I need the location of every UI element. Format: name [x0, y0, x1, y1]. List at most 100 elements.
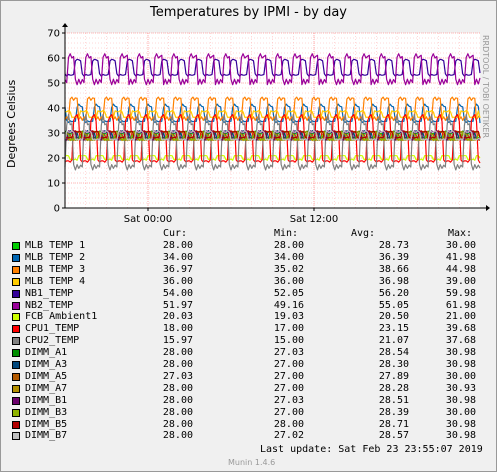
- legend-swatch: [12, 301, 20, 310]
- legend-series-name: DIMM_B5: [25, 418, 68, 430]
- y-tick-label: 40: [47, 104, 60, 115]
- legend-cur-value: 28.00: [162, 406, 193, 418]
- legend-max-value: 30.00: [445, 406, 476, 418]
- legend-max-value: 30.98: [445, 394, 476, 406]
- legend-cur-value: 28.00: [162, 240, 193, 251]
- legend-min-value: 27.02: [273, 430, 304, 442]
- legend-row: DIMM_B7 28.00 27.02 28.57 30.98: [0, 430, 490, 441]
- legend-cur-value: 28.00: [162, 359, 193, 370]
- x-tick-label: Sat 00:00: [124, 214, 172, 225]
- legend-max-value: 44.98: [445, 263, 476, 275]
- x-axis-arrow: [486, 205, 490, 211]
- legend-swatch: [12, 372, 20, 381]
- legend-cur-value: 27.03: [162, 370, 193, 382]
- y-tick-label: 20: [47, 154, 60, 165]
- legend-series-name: DIMM_A1: [25, 347, 68, 359]
- legend-series-name: DIMM_A5: [25, 370, 68, 382]
- last-update: Last update: Sat Feb 23 23:55:07 2019: [260, 444, 483, 455]
- munin-version: Munin 1.4.6: [228, 458, 276, 467]
- legend-row: DIMM_A7 28.00 27.00 28.28 30.93: [0, 383, 490, 394]
- legend-swatch: [12, 384, 20, 393]
- legend-series-name: NB2_TEMP: [25, 299, 74, 311]
- legend-row: MLB TEMP 2 34.00 34.00 36.39 41.98: [0, 252, 490, 263]
- y-tick-label: 10: [47, 179, 60, 190]
- legend-avg-value: 23.15: [378, 323, 409, 335]
- y-tick-label: 60: [47, 54, 60, 65]
- plot-area: 0 10 20 30 40 50 60 70 Sat 00:00 Sat 12:00: [47, 23, 490, 225]
- legend-row: FCB Ambient1 20.03 19.03 20.50 21.00: [0, 311, 490, 322]
- legend-max-value: 39.68: [445, 323, 476, 335]
- legend-row: DIMM_A1 28.00 27.03 28.54 30.98: [0, 347, 490, 358]
- legend-max-value: 59.98: [445, 287, 476, 299]
- legend-avg-value: 27.89: [378, 370, 409, 382]
- legend-avg-value: 28.30: [378, 359, 409, 370]
- legend-avg-value: 36.39: [378, 251, 409, 263]
- legend-min-value: 27.00: [273, 370, 304, 382]
- legend-swatch: [12, 396, 20, 405]
- legend-swatch: [12, 349, 20, 358]
- legend-min-value: 28.00: [273, 240, 304, 251]
- legend-series-name: CPU1_TEMP: [25, 323, 80, 335]
- legend-series-name: MLB TEMP 1: [25, 240, 86, 251]
- legend-avg-value: 36.98: [378, 275, 409, 287]
- legend-cur-value: 18.00: [162, 323, 193, 335]
- legend-min-value: 15.00: [273, 335, 304, 347]
- legend-series-name: FCB Ambient1: [25, 311, 98, 323]
- y-tick-label: 50: [47, 79, 60, 90]
- legend-max-value: 30.00: [445, 240, 476, 251]
- legend-max-value: 30.98: [445, 430, 476, 442]
- legend-series-name: DIMM_A3: [25, 359, 68, 370]
- legend-cur-value: 28.00: [162, 418, 193, 430]
- legend-max-value: 30.98: [445, 359, 476, 370]
- legend-min-value: 34.00: [273, 251, 304, 263]
- legend-max-value: 30.00: [445, 370, 476, 382]
- legend-swatch: [12, 265, 20, 274]
- legend-min-value: 27.03: [273, 347, 304, 359]
- legend-avg-value: 28.51: [378, 394, 409, 406]
- legend-min-value: 27.00: [273, 406, 304, 418]
- legend-row: NB1_TEMP 54.00 52.05 56.20 59.98: [0, 288, 490, 299]
- legend-row: CPU1_TEMP 18.00 17.00 23.15 39.68: [0, 323, 490, 334]
- legend-max-value: 21.00: [445, 311, 476, 323]
- legend-cur-value: 28.00: [162, 394, 193, 406]
- legend-swatch: [12, 277, 20, 286]
- legend-series-name: MLB TEMP 3: [25, 263, 86, 275]
- legend-series-name: DIMM_B1: [25, 394, 68, 406]
- legend-max-value: 37.68: [445, 335, 476, 347]
- legend-swatch: [12, 289, 20, 298]
- y-tick-label: 0: [54, 204, 60, 215]
- legend-swatch: [12, 337, 20, 346]
- legend-cur-value: 36.97: [162, 263, 193, 275]
- legend-cur-value: 20.03: [162, 311, 193, 323]
- legend-row: MLB TEMP 4 36.00 36.00 36.98 39.00: [0, 276, 490, 287]
- legend-max-value: 39.00: [445, 275, 476, 287]
- legend-series-name: MLB TEMP 2: [25, 251, 86, 263]
- legend-cur-value: 15.97: [162, 335, 193, 347]
- legend-cur-value: 54.00: [162, 287, 193, 299]
- legend-series-name: DIMM_B3: [25, 406, 68, 418]
- legend-min-value: 17.00: [273, 323, 304, 335]
- legend-min-value: 35.02: [273, 263, 304, 275]
- legend-swatch: [12, 361, 20, 369]
- legend-series-name: CPU2_TEMP: [25, 335, 80, 347]
- legend-avg-value: 28.57: [378, 430, 409, 442]
- legend-row: DIMM_A5 27.03 27.00 27.89 30.00: [0, 371, 490, 382]
- legend-series-name: DIMM_B7: [25, 430, 68, 442]
- legend-max-value: 30.98: [445, 418, 476, 430]
- x-tick-label: Sat 12:00: [290, 214, 338, 225]
- legend-avg-value: 20.50: [378, 311, 409, 323]
- legend-table: Cur: Min: Avg: Max: MLB TEMP 1 28.00 28.00…: [0, 228, 497, 443]
- legend-avg-value: 56.20: [378, 287, 409, 299]
- y-axis-arrow: [62, 23, 68, 27]
- legend-max-value: 41.98: [445, 251, 476, 263]
- legend-swatch: [12, 420, 20, 429]
- legend-series-name: NB1_TEMP: [25, 287, 74, 299]
- col-header-min: Min:: [274, 228, 299, 239]
- legend-row: CPU2_TEMP 15.97 15.00 21.07 37.68: [0, 335, 490, 346]
- legend-avg-value: 21.07: [378, 335, 409, 347]
- legend-max-value: 61.98: [445, 299, 476, 311]
- legend-min-value: 52.05: [273, 287, 304, 299]
- legend-cur-value: 28.00: [162, 382, 193, 394]
- legend-min-value: 27.03: [273, 394, 304, 406]
- legend-swatch: [12, 253, 20, 262]
